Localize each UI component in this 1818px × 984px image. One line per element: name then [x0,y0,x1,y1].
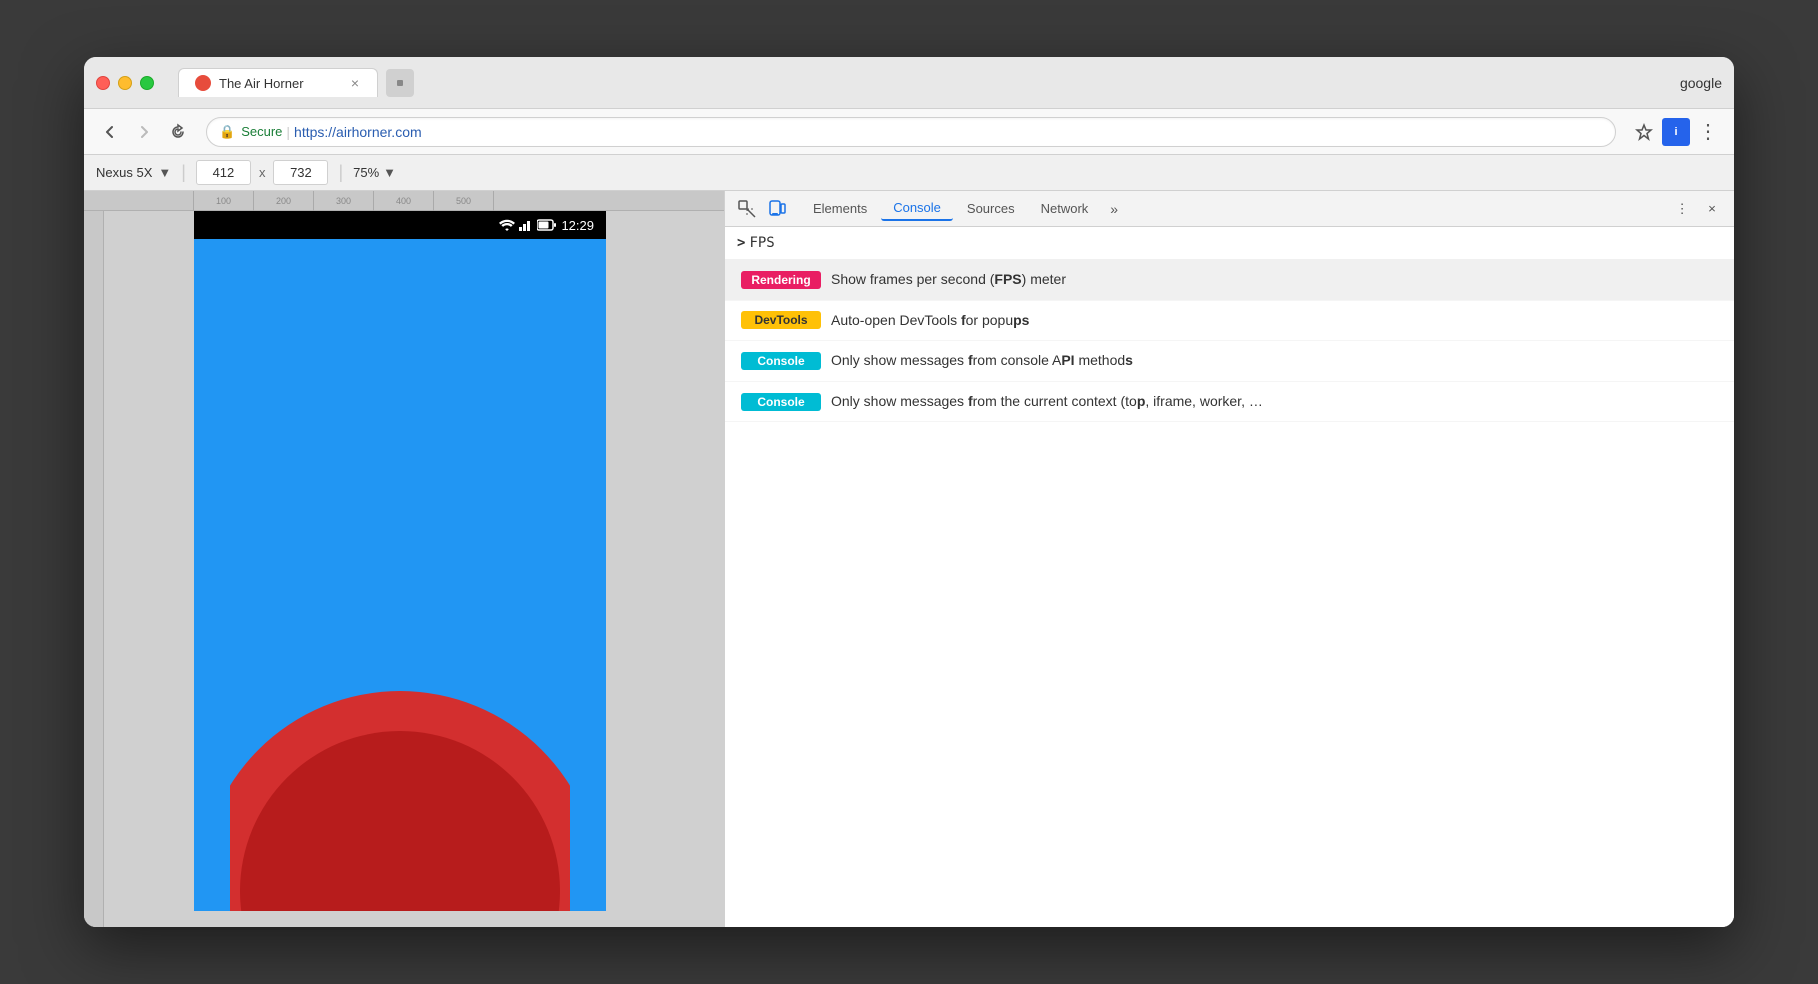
title-bar: The Air Horner × google [84,57,1734,109]
menu-button[interactable]: ⋮ [1694,118,1722,146]
suggestion-item-console-2[interactable]: Console Only show messages from the curr… [725,382,1734,423]
autocomplete-list: Rendering Show frames per second (FPS) m… [725,260,1734,422]
reload-button[interactable] [164,118,192,146]
maximize-button[interactable] [140,76,154,90]
toolbar-separator: | [181,162,186,183]
url-divider: | [286,124,290,140]
badge-rendering: Rendering [741,271,821,289]
inspect-element-button[interactable] [733,195,761,223]
active-tab[interactable]: The Air Horner × [178,68,378,97]
devtools-toolbar: Elements Console Sources Network » ⋮ × [725,191,1734,227]
extension-icon[interactable]: i [1662,118,1690,146]
badge-console-2: Console [741,393,821,411]
forward-button[interactable] [130,118,158,146]
tab-title: The Air Horner [219,76,341,91]
minimize-button[interactable] [118,76,132,90]
tab-console[interactable]: Console [881,196,953,221]
ruler-tick: 400 [374,191,434,211]
phone-body [194,239,606,911]
zoom-level: 75% [353,165,379,180]
new-tab-button[interactable] [386,69,414,97]
back-button[interactable] [96,118,124,146]
suggestion-description-4: Only show messages from the current cont… [831,392,1263,412]
tab-elements[interactable]: Elements [801,197,879,220]
suggestion-description-3: Only show messages from console API meth… [831,351,1133,371]
device-mode-button[interactable] [763,195,791,223]
ruler-tick: 500 [434,191,494,211]
url-text: https://airhorner.com [294,124,422,140]
suggestion-item-rendering[interactable]: Rendering Show frames per second (FPS) m… [725,260,1734,301]
console-prompt: > [737,235,745,251]
viewport-height[interactable]: 732 [273,160,328,185]
suggestion-item-console-1[interactable]: Console Only show messages from console … [725,341,1734,382]
console-input-text[interactable]: FPS [749,235,774,251]
devtools-close-button[interactable]: × [1698,195,1726,223]
ruler-tick: 100 [194,191,254,211]
console-input-row: > FPS [725,227,1734,260]
viewport-width[interactable]: 412 [196,160,251,185]
devtools-panel: Elements Console Sources Network » ⋮ × >… [724,191,1734,927]
horn-shape [230,631,570,911]
browser-window: The Air Horner × google [84,57,1734,927]
google-label: google [1680,75,1722,91]
devtools-right-buttons: ⋮ × [1668,195,1726,223]
device-dropdown-icon[interactable]: ▼ [158,165,171,180]
main-content: 100 200 300 400 500 [84,191,1734,927]
tab-close-button[interactable]: × [349,75,361,91]
status-time: 12:29 [561,218,594,233]
suggestion-description-2: Auto-open DevTools for popups [831,311,1029,331]
badge-console-1: Console [741,352,821,370]
traffic-lights [96,76,154,90]
address-bar[interactable]: 🔒 Secure | https://airhorner.com [206,117,1616,147]
devtools-tabs: Elements Console Sources Network » [801,196,1666,221]
close-button[interactable] [96,76,110,90]
secure-icon: 🔒 [219,124,235,140]
console-area: > FPS Rendering Show frames per second (… [725,227,1734,927]
phone-status-bar: 12:29 [194,211,606,239]
bookmark-button[interactable] [1630,118,1658,146]
status-icons: 12:29 [499,218,594,233]
ruler-tick: 300 [314,191,374,211]
ruler-tick [84,191,194,211]
devtools-options-button[interactable]: ⋮ [1668,195,1696,223]
tab-favicon [195,75,211,91]
device-selector-label: Nexus 5X [96,165,152,180]
badge-devtools: DevTools [741,311,821,329]
vertical-ruler [84,211,104,927]
phone-viewport: 12:29 [194,211,606,911]
more-tabs-button[interactable]: » [1102,197,1126,221]
device-toolbar: Nexus 5X ▼ | 412 x 732 | 75% ▼ [84,155,1734,191]
viewport-panel: 100 200 300 400 500 [84,191,724,927]
dimension-x-label: x [259,165,266,180]
suggestion-item-devtools[interactable]: DevTools Auto-open DevTools for popups [725,301,1734,342]
tab-bar: The Air Horner × [178,68,1672,97]
toolbar-separator2: | [338,162,343,183]
tab-network[interactable]: Network [1029,197,1101,220]
zoom-dropdown-icon[interactable]: ▼ [383,165,396,180]
horizontal-ruler: 100 200 300 400 500 [84,191,724,211]
suggestion-description-1: Show frames per second (FPS) meter [831,270,1066,290]
secure-text: Secure [241,124,282,139]
tab-sources[interactable]: Sources [955,197,1027,220]
nav-bar: 🔒 Secure | https://airhorner.com i ⋮ [84,109,1734,155]
ruler-tick: 200 [254,191,314,211]
nav-right-icons: i ⋮ [1630,118,1722,146]
